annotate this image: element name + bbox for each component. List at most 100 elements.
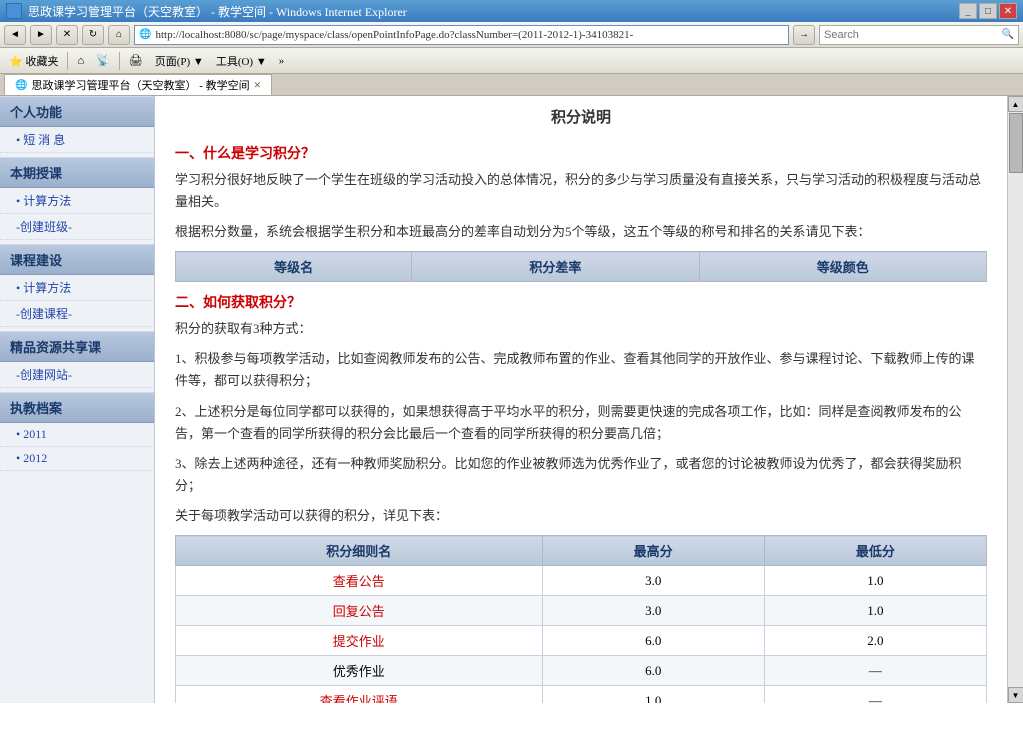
- points-row-name-link[interactable]: 查看公告: [333, 574, 385, 589]
- points-row-name-link[interactable]: 查看作业评语: [320, 694, 398, 703]
- sidebar-item-2011[interactable]: 2011: [0, 423, 154, 447]
- forward-button[interactable]: ►: [30, 25, 52, 45]
- section1-para2: 根据积分数量，系统会根据学生积分和本班最高分的差率自动划分为5个等级，这五个等级…: [175, 221, 987, 243]
- feeds-button[interactable]: 📡: [91, 52, 115, 69]
- points-table-header-name: 积分细则名: [176, 536, 543, 566]
- section2-item2: 2、上述积分是每位同学都可以获得的，如果想获得高于平均水平的积分，则需要更快速的…: [175, 401, 987, 445]
- search-input[interactable]: [820, 29, 998, 41]
- sidebar-item-create-class[interactable]: -创建班级-: [0, 214, 154, 240]
- stop-button[interactable]: ✕: [56, 25, 78, 45]
- main-area: 积分说明 一、什么是学习积分？ 学习积分很好地反映了一个学生在班级的学习活动投入…: [155, 96, 1023, 703]
- navigation-bar: ◄ ► ✕ ↻ ⌂ 🌐 http://localhost:8080/sc/pag…: [0, 22, 1023, 48]
- scrollbar: ▲ ▼: [1007, 96, 1023, 703]
- sidebar-section-current-course: 本期授课 计算方法 -创建班级-: [0, 157, 154, 240]
- sidebar-item-messages[interactable]: 短 消 息: [0, 127, 154, 153]
- maximize-button[interactable]: □: [979, 3, 997, 19]
- points-row-max: 1.0: [542, 686, 764, 703]
- section2-heading: 二、如何获取积分？: [175, 292, 987, 312]
- section1-heading: 一、什么是学习积分？: [175, 143, 987, 163]
- sidebar-section-course-building: 课程建设 计算方法 -创建课程-: [0, 244, 154, 327]
- points-row-min: 1.0: [764, 566, 986, 596]
- back-button[interactable]: ◄: [4, 25, 26, 45]
- sidebar-section-teaching-archive: 执教档案 2011 2012: [0, 392, 154, 471]
- address-text: http://localhost:8080/sc/page/myspace/cl…: [155, 29, 633, 41]
- sidebar-item-2012[interactable]: 2012: [0, 447, 154, 471]
- points-row-min: 1.0: [764, 596, 986, 626]
- tab-bar: 🌐 思政课学习管理平台（天空教室） - 教学空间 ✕: [0, 74, 1023, 96]
- sidebar-heading-current-course: 本期授课: [0, 157, 154, 188]
- scroll-track: [1008, 112, 1023, 687]
- sidebar-heading-course-building: 课程建设: [0, 244, 154, 275]
- main-tab[interactable]: 🌐 思政课学习管理平台（天空教室） - 教学空间 ✕: [4, 74, 272, 95]
- scroll-up-button[interactable]: ▲: [1008, 96, 1023, 112]
- section1-para1: 学习积分很好地反映了一个学生在班级的学习活动投入的总体情况，积分的多少与学习质量…: [175, 169, 987, 213]
- address-icon: 🌐: [139, 29, 151, 40]
- tab-favicon: 🌐: [15, 80, 27, 91]
- points-row-max: 3.0: [542, 596, 764, 626]
- sidebar-heading-premium-resource: 精品资源共享课: [0, 331, 154, 362]
- table-row: 提交作业 6.02.0: [176, 626, 987, 656]
- page-container: 个人功能 短 消 息 本期授课 计算方法 -创建班级- 课程建设 计算方法 -创…: [0, 96, 1023, 703]
- grade-table-header-name: 等级名: [176, 252, 412, 282]
- points-table-header-min: 最低分: [764, 536, 986, 566]
- browser-icon: [6, 3, 22, 19]
- table-row: 优秀作业6.0—: [176, 656, 987, 686]
- sidebar-heading-personal: 个人功能: [0, 96, 154, 127]
- sidebar-item-create-website[interactable]: -创建网站-: [0, 362, 154, 388]
- close-button[interactable]: ✕: [999, 3, 1017, 19]
- search-bar: 🔍: [819, 25, 1019, 45]
- sidebar-item-calculation-method[interactable]: 计算方法: [0, 188, 154, 214]
- go-button[interactable]: →: [793, 25, 815, 45]
- points-row-min: —: [764, 686, 986, 703]
- page-button[interactable]: 页面(P) ▼: [150, 51, 209, 71]
- points-table-header-max: 最高分: [542, 536, 764, 566]
- table-row: 查看作业评语 1.0—: [176, 686, 987, 703]
- print-button[interactable]: 🖨: [124, 52, 148, 69]
- tab-label: 思政课学习管理平台（天空教室） - 教学空间: [31, 77, 249, 93]
- favorites-button[interactable]: ⭐ 收藏夹: [4, 51, 63, 71]
- points-row-name-link[interactable]: 回复公告: [333, 604, 385, 619]
- section2-detail: 关于每项教学活动可以获得的积分，详见下表：: [175, 505, 987, 527]
- toolbar-separator-2: [119, 52, 120, 70]
- points-row-name-link[interactable]: 提交作业: [333, 634, 385, 649]
- sidebar: 个人功能 短 消 息 本期授课 计算方法 -创建班级- 课程建设 计算方法 -创…: [0, 96, 155, 703]
- refresh-button[interactable]: ↻: [82, 25, 104, 45]
- sidebar-item-calculation-method-2[interactable]: 计算方法: [0, 275, 154, 301]
- points-row-max: 3.0: [542, 566, 764, 596]
- toolbar-separator-1: [67, 52, 68, 70]
- home-button[interactable]: ⌂: [108, 25, 130, 45]
- search-button[interactable]: 🔍: [998, 26, 1018, 44]
- scroll-thumb[interactable]: [1009, 113, 1023, 173]
- sidebar-heading-teaching-archive: 执教档案: [0, 392, 154, 423]
- home-toolbar-button[interactable]: ⌂: [72, 53, 89, 69]
- grade-table-header-rate: 积分差率: [412, 252, 699, 282]
- points-row-min: 2.0: [764, 626, 986, 656]
- address-bar[interactable]: 🌐 http://localhost:8080/sc/page/myspace/…: [134, 25, 789, 45]
- sidebar-section-personal: 个人功能 短 消 息: [0, 96, 154, 153]
- content-area: 积分说明 一、什么是学习积分？ 学习积分很好地反映了一个学生在班级的学习活动投入…: [155, 96, 1007, 703]
- points-row-max: 6.0: [542, 656, 764, 686]
- section2-intro: 积分的获取有3种方式：: [175, 318, 987, 340]
- grade-table-header-color: 等级颜色: [699, 252, 986, 282]
- toolbar-bar: ⭐ 收藏夹 ⌂ 📡 🖨 页面(P) ▼ 工具(O) ▼ »: [0, 48, 1023, 74]
- scroll-down-button[interactable]: ▼: [1008, 687, 1023, 703]
- section2-item1: 1、积极参与每项教学活动，比如查阅教师发布的公告、完成教师布置的作业、查看其他同…: [175, 348, 987, 392]
- window-controls: _ □ ✕: [959, 3, 1017, 19]
- grade-table: 等级名 积分差率 等级颜色: [175, 251, 987, 282]
- tab-close-icon[interactable]: ✕: [254, 80, 262, 91]
- title-bar: 思政课学习管理平台（天空教室） - 教学空间 - Windows Interne…: [0, 0, 1023, 22]
- sidebar-section-premium-resource: 精品资源共享课 -创建网站-: [0, 331, 154, 388]
- section2-item3: 3、除去上述两种途径，还有一种教师奖励积分。比如您的作业被教师选为优秀作业了，或…: [175, 453, 987, 497]
- table-row: 回复公告 3.01.0: [176, 596, 987, 626]
- sidebar-item-create-course[interactable]: -创建课程-: [0, 301, 154, 327]
- page-title: 积分说明: [175, 106, 987, 131]
- points-table: 积分细则名 最高分 最低分 查看公告3.01.0回复公告3.01.0提交作业6.…: [175, 535, 987, 703]
- points-row-max: 6.0: [542, 626, 764, 656]
- window-title: 思政课学习管理平台（天空教室） - 教学空间 - Windows Interne…: [28, 3, 407, 20]
- tools-button[interactable]: 工具(O) ▼: [211, 51, 272, 71]
- minimize-button[interactable]: _: [959, 3, 977, 19]
- main-content: 积分说明 一、什么是学习积分？ 学习积分很好地反映了一个学生在班级的学习活动投入…: [155, 96, 1007, 703]
- table-row: 查看公告 3.01.0: [176, 566, 987, 596]
- extras-button[interactable]: »: [274, 53, 290, 69]
- points-row-min: —: [764, 656, 986, 686]
